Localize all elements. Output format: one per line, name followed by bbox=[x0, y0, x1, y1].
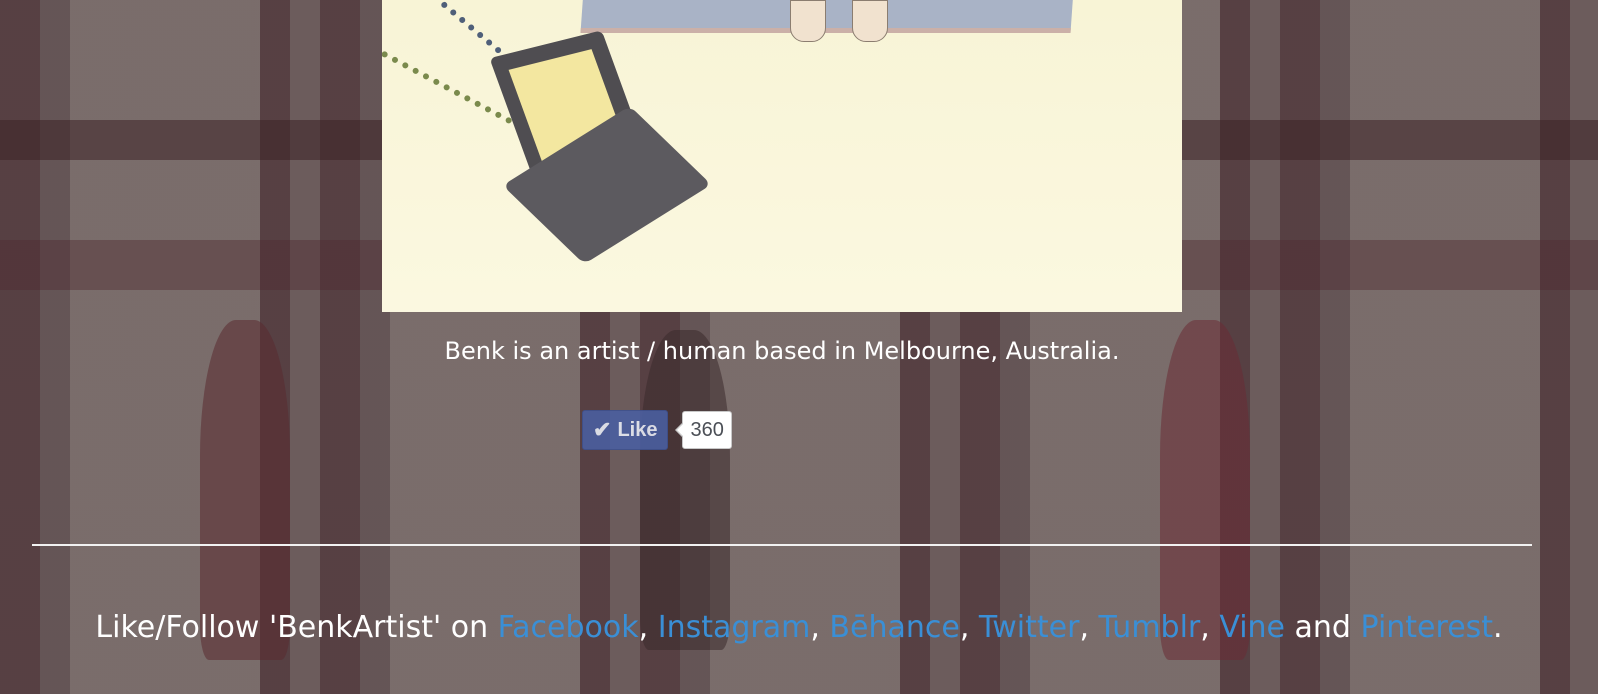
follow-prefix: Like/Follow 'BenkArtist' on bbox=[95, 610, 498, 645]
follow-suffix: . bbox=[1493, 610, 1503, 645]
artwork-mat bbox=[580, 0, 1074, 33]
follow-separator: , bbox=[1079, 610, 1099, 645]
artwork-foot bbox=[852, 0, 888, 42]
artist-caption: Benk is an artist / human based in Melbo… bbox=[444, 337, 1120, 365]
check-icon: ✔ bbox=[593, 417, 612, 442]
like-button-label: Like bbox=[617, 418, 658, 441]
facebook-link[interactable]: Facebook bbox=[498, 610, 639, 645]
like-count: 360 bbox=[682, 411, 732, 449]
like-count-bubble: 360 bbox=[675, 411, 732, 449]
divider bbox=[32, 544, 1532, 546]
follow-separator: , bbox=[1200, 610, 1220, 645]
follow-separator: , bbox=[959, 610, 979, 645]
follow-separator: , bbox=[638, 610, 658, 645]
like-button[interactable]: ✔ Like bbox=[582, 410, 669, 450]
follow-conjunction: and bbox=[1285, 610, 1361, 645]
instagram-link[interactable]: Instagram bbox=[658, 610, 811, 645]
twitter-link[interactable]: Twitter bbox=[979, 610, 1080, 645]
follow-separator: , bbox=[810, 610, 830, 645]
tumblr-link[interactable]: Tumblr bbox=[1099, 610, 1201, 645]
artwork-foot bbox=[790, 0, 826, 42]
facebook-like-widget: ✔ Like 360 bbox=[582, 410, 732, 450]
background-figure bbox=[640, 330, 730, 650]
follow-line: Like/Follow 'BenkArtist' on Facebook, In… bbox=[0, 608, 1598, 648]
vine-link[interactable]: Vine bbox=[1219, 610, 1285, 645]
behance-link[interactable]: Bēhance bbox=[829, 610, 959, 645]
pinterest-link[interactable]: Pinterest bbox=[1361, 610, 1494, 645]
artwork-image bbox=[382, 0, 1182, 312]
